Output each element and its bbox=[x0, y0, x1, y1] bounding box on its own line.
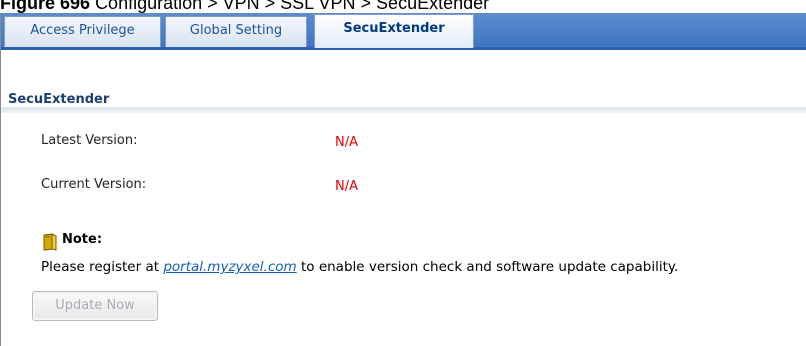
section-divider bbox=[1, 107, 806, 113]
current-version-label: Current Version: bbox=[41, 177, 147, 192]
tab-secuextender[interactable]: SecuExtender bbox=[314, 14, 474, 48]
note-text-before: Please register at bbox=[41, 259, 164, 275]
tab-access-privilege[interactable]: Access Privilege bbox=[4, 16, 161, 47]
section-title: SecuExtender bbox=[8, 92, 110, 107]
figure-caption: Figure 696 Configuration > VPN > SSL VPN… bbox=[0, 0, 806, 13]
update-now-button[interactable]: Update Now bbox=[32, 291, 158, 321]
tab-bar: Access Privilege Global Setting SecuExte… bbox=[1, 13, 806, 50]
tab-global-setting[interactable]: Global Setting bbox=[165, 16, 307, 47]
note-text: Please register at portal.myzyxel.com to… bbox=[41, 259, 678, 275]
current-version-value: N/A bbox=[335, 179, 358, 194]
figure-path: Configuration > VPN > SSL VPN > SecuExte… bbox=[95, 0, 490, 13]
tab-label: SecuExtender bbox=[343, 21, 445, 36]
tab-label: Access Privilege bbox=[30, 23, 135, 38]
tab-label: Global Setting bbox=[189, 23, 283, 38]
note-text-after: to enable version check and software upd… bbox=[296, 259, 679, 275]
portal-link[interactable]: portal.myzyxel.com bbox=[163, 259, 296, 275]
latest-version-value: N/A bbox=[335, 135, 358, 150]
note-icon bbox=[42, 233, 58, 251]
latest-version-label: Latest Version: bbox=[41, 133, 138, 148]
figure-number: Figure 696 bbox=[0, 0, 91, 13]
note-title: Note: bbox=[62, 232, 103, 247]
